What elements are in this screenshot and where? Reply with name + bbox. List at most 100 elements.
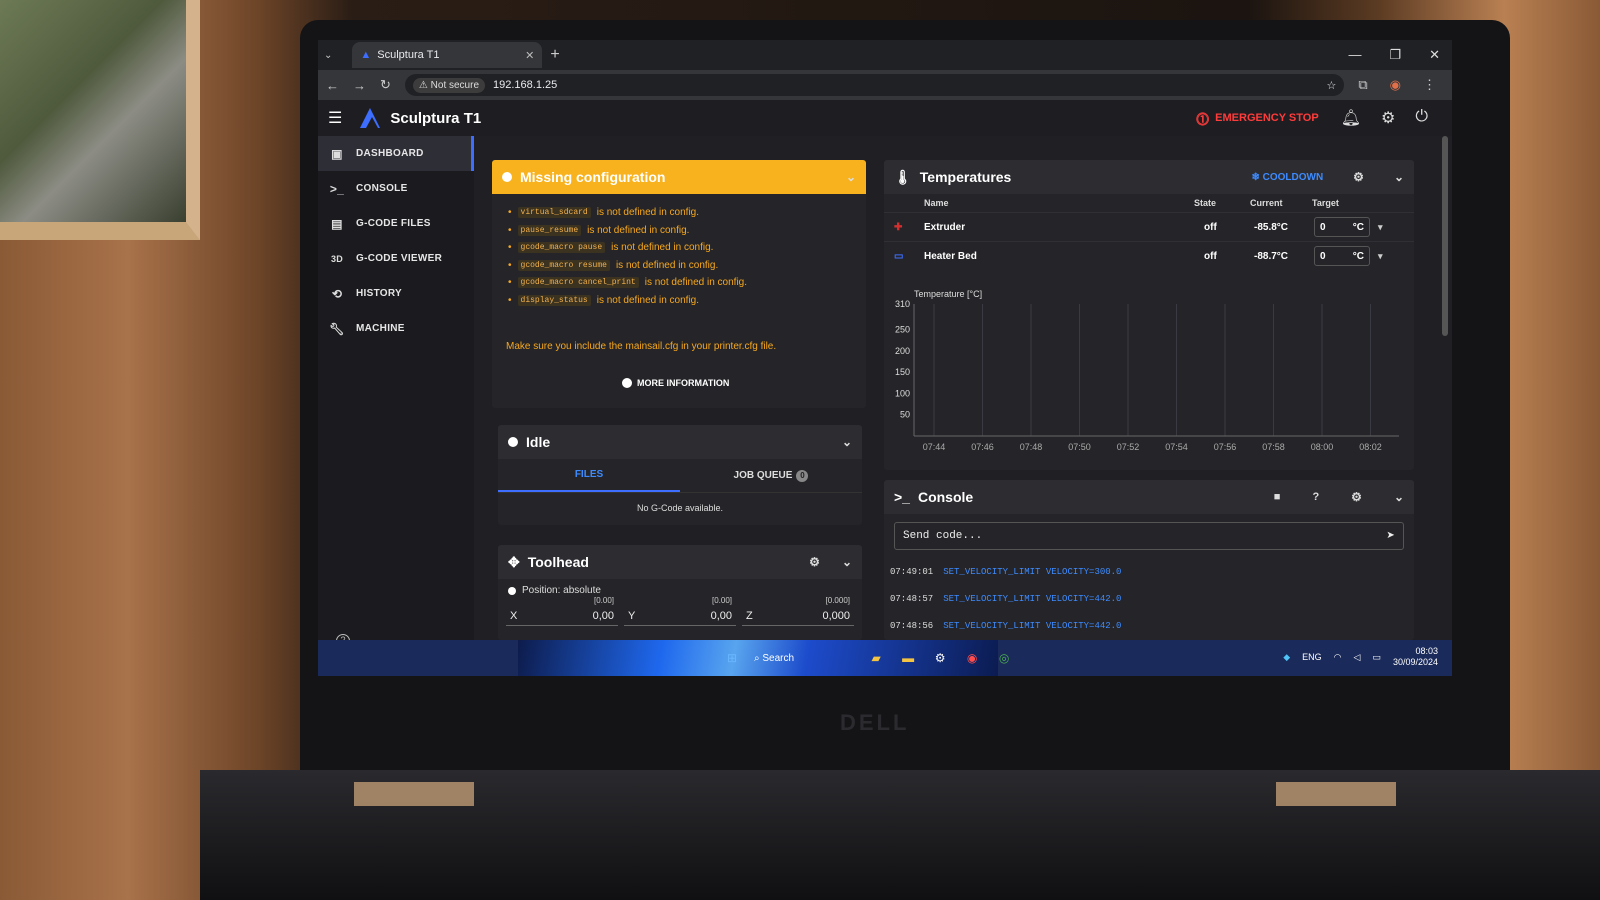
log-time: 07:49:01 — [890, 566, 934, 577]
config-key: gcode_macro pause — [517, 242, 606, 254]
config-key: virtual_sdcard — [517, 207, 591, 219]
preset-dropdown-icon[interactable]: ▾ — [1378, 222, 1383, 233]
forward-icon[interactable]: → — [353, 78, 366, 93]
trash-icon[interactable]: ■ — [1274, 491, 1281, 503]
battery-icon[interactable]: ▭ — [1372, 652, 1381, 663]
gear-icon[interactable]: ⚙ — [809, 555, 820, 569]
folder-icon[interactable]: ▬ — [898, 648, 918, 668]
emergency-stop-label: EMERGENCY STOP — [1215, 112, 1319, 124]
missing-config-title: Missing configuration — [520, 169, 666, 185]
restore-icon[interactable]: ❐ — [1389, 47, 1401, 63]
send-code-input[interactable]: Send code... ➤ — [894, 522, 1404, 550]
browser-tab[interactable]: ▲ Sculptura T1 ✕ — [352, 42, 543, 68]
x-tick-label: 07:52 — [1117, 442, 1140, 452]
tab-search-icon[interactable]: ⌄ — [324, 50, 332, 61]
axis-z-field[interactable]: [0.000] Z 0,000 — [742, 596, 854, 626]
list-item: gcode_macro cancel_print is not defined i… — [508, 274, 850, 292]
windows-start-icon[interactable]: ⊞ — [722, 648, 742, 668]
chevron-down-icon[interactable]: ⌄ — [1394, 490, 1404, 504]
menu-kebab-icon[interactable]: ⋮ — [1423, 77, 1436, 93]
tab-job-queue[interactable]: JOB QUEUE 0 — [680, 459, 862, 492]
x-tick-label: 07:54 — [1165, 442, 1188, 452]
volume-icon[interactable]: ◁ — [1354, 652, 1361, 663]
language-indicator[interactable]: ENG — [1302, 652, 1322, 662]
media-player-icon[interactable]: ◉ — [962, 648, 982, 668]
bell-icon[interactable]: 🔔︎ — [1341, 108, 1361, 128]
gear-icon[interactable]: ⚙ — [1353, 170, 1364, 184]
chevron-down-icon[interactable]: ⌄ — [842, 435, 852, 449]
position-mode[interactable]: Position: absolute — [498, 579, 862, 602]
log-command[interactable]: SET_VELOCITY_LIMIT VELOCITY=442.0 — [943, 594, 1121, 604]
browser-tabbar: ⌄ ▲ Sculptura T1 ✕ + — ❐ ✕ — [318, 40, 1452, 70]
console-icon: >_ — [329, 181, 345, 196]
new-tab-button[interactable]: + — [550, 46, 559, 64]
sidebar-item-gcode-viewer[interactable]: 3D G-CODE VIEWER — [318, 241, 474, 276]
help-icon[interactable]: ? — [1312, 491, 1319, 503]
chevron-down-icon[interactable]: ⌄ — [1394, 170, 1404, 184]
target-temp-input[interactable]: 0 °C — [1314, 246, 1370, 266]
chrome-icon[interactable]: ◎ — [994, 648, 1014, 668]
profile-icon[interactable]: ◉ — [1390, 77, 1401, 93]
wifi-icon[interactable]: ◠ — [1334, 652, 1342, 663]
back-icon[interactable]: ← — [326, 78, 339, 93]
console-panel: >_ Console ■ ? ⚙ ⌄ Send code... ➤ 07:49:… — [884, 480, 1414, 640]
hamburger-menu-icon[interactable]: ☰ — [328, 108, 342, 128]
preset-dropdown-icon[interactable]: ▾ — [1378, 251, 1383, 262]
config-message: is not defined in config. — [644, 277, 748, 289]
emergency-stop-button[interactable]: ⓵ EMERGENCY STOP — [1196, 109, 1319, 128]
gear-icon[interactable]: ⚙ — [1351, 490, 1362, 504]
list-item: gcode_macro resume is not defined in conf… — [508, 257, 850, 275]
log-command[interactable]: SET_VELOCITY_LIMIT VELOCITY=442.0 — [943, 621, 1121, 631]
list-item: 07:48:57 SET_VELOCITY_LIMIT VELOCITY=442.… — [884, 585, 1414, 612]
temperatures-header[interactable]: 🌡︎ Temperatures ❄ COOLDOWN ⚙ ⌄ — [884, 160, 1414, 194]
sidebar-item-label: MACHINE — [356, 323, 405, 334]
axis-x-field[interactable]: [0.00] X 0,00 — [506, 596, 618, 626]
config-message: is not defined in config. — [596, 294, 700, 306]
missing-config-header[interactable]: Missing configuration ⌄ — [492, 160, 866, 194]
log-time: 07:48:56 — [890, 620, 934, 631]
close-tab-icon[interactable]: ✕ — [525, 49, 534, 62]
status-header[interactable]: Idle ⌄ — [498, 425, 862, 459]
power-icon[interactable]: ⏻ — [1415, 108, 1428, 128]
console-header[interactable]: >_ Console ■ ? ⚙ ⌄ — [884, 480, 1414, 514]
taskbar-app-icon[interactable]: ▰ — [866, 648, 886, 668]
taskbar-search[interactable]: ⌕ Search — [754, 653, 794, 664]
toolhead-header[interactable]: ✥ Toolhead ⚙ ⌄ — [498, 545, 862, 579]
shield-icon[interactable]: ◆ — [1283, 652, 1290, 663]
list-item: display_status is not defined in config. — [508, 292, 850, 310]
settings-gear-icon[interactable]: ⚙ — [1381, 108, 1395, 128]
sidebar-item-history[interactable]: ⟲ HISTORY — [318, 276, 474, 311]
sidebar-item-console[interactable]: >_ CONSOLE — [318, 171, 474, 206]
system-clock[interactable]: 08:03 30/09/2024 — [1393, 646, 1438, 668]
send-code-placeholder: Send code... — [903, 530, 983, 542]
settings-gear-icon[interactable]: ⚙ — [930, 648, 950, 668]
reload-icon[interactable]: ↻ — [380, 77, 391, 93]
close-window-icon[interactable]: ✕ — [1429, 47, 1440, 63]
sidebar-item-machine[interactable]: 🔧︎ MACHINE — [318, 311, 474, 346]
not-secure-badge[interactable]: ⚠ Not secure — [412, 77, 486, 93]
warning-dot-icon — [502, 172, 512, 182]
bookmark-star-icon[interactable]: ☆ — [1326, 79, 1336, 92]
console-icon: >_ — [894, 489, 910, 505]
sidebar-item-gcode-files[interactable]: ▤ G-CODE FILES — [318, 206, 474, 241]
log-command[interactable]: SET_VELOCITY_LIMIT VELOCITY=300.0 — [943, 567, 1121, 577]
tab-files[interactable]: FILES — [498, 459, 680, 492]
page-scrollbar[interactable] — [1442, 136, 1448, 336]
extensions-icon[interactable]: ⧉ — [1358, 77, 1367, 93]
chevron-down-icon[interactable]: ⌄ — [842, 555, 852, 569]
more-information-button[interactable]: MORE INFORMATION — [622, 378, 729, 388]
axis-y-field[interactable]: [0.00] Y 0,00 — [624, 596, 736, 626]
config-key: gcode_macro resume — [517, 259, 610, 271]
cooldown-button[interactable]: ❄ COOLDOWN — [1251, 172, 1323, 183]
brand-logo: DELL — [840, 710, 910, 735]
target-unit: °C — [1352, 221, 1364, 233]
chevron-down-icon[interactable]: ⌄ — [846, 170, 856, 184]
minimize-icon[interactable]: — — [1348, 47, 1361, 63]
col-state: State — [1194, 198, 1217, 208]
address-bar[interactable]: ⚠ Not secure 192.168.1.25 ☆ — [404, 74, 1345, 96]
sidebar-item-label: G-CODE VIEWER — [356, 253, 443, 264]
sidebar-item-dashboard[interactable]: ▣ DASHBOARD — [318, 136, 474, 171]
send-icon[interactable]: ➤ — [1387, 528, 1395, 545]
axis-y-value: 0,00 — [710, 610, 732, 622]
target-temp-input[interactable]: 0 °C — [1314, 217, 1370, 237]
